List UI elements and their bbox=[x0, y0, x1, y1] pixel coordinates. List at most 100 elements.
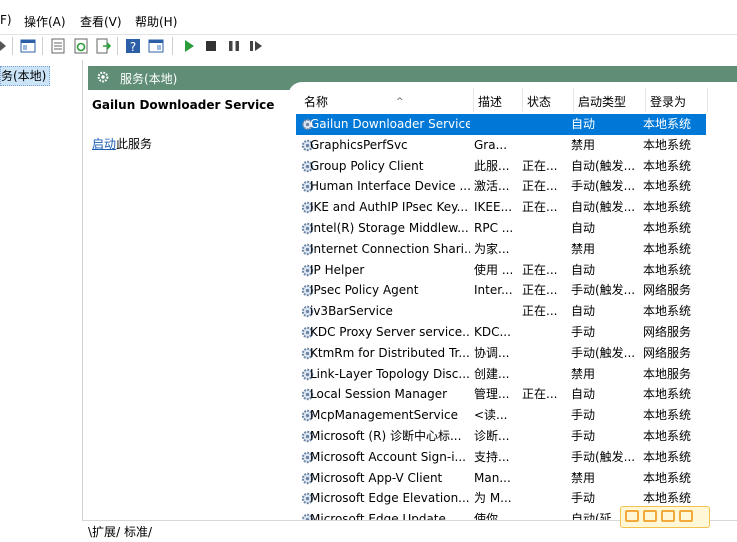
service-startup-cell: 手动(触发... bbox=[571, 449, 636, 464]
service-status-cell: 正在... bbox=[522, 387, 558, 402]
service-logon-cell: 本地系统 bbox=[643, 221, 692, 235]
console-tree-icon[interactable] bbox=[20, 38, 36, 54]
service-logon-cell: 网络服务 bbox=[643, 283, 692, 298]
forward-arrow-icon[interactable] bbox=[0, 38, 16, 54]
toolbar-separator bbox=[42, 37, 43, 55]
service-status-cell: 正在... bbox=[522, 158, 558, 173]
service-startup-cell: 手动 bbox=[571, 429, 596, 443]
service-row[interactable]: KDC Proxy Server service... KDC... 手动 网络服务 bbox=[296, 322, 706, 343]
tree-item-services-local[interactable]: 务(本地) bbox=[0, 66, 50, 86]
service-startup-cell: 手动(触发... bbox=[571, 283, 636, 298]
service-row[interactable]: IPsec Policy Agent Inter... 正在... 手动(触发... 网… bbox=[296, 280, 706, 301]
service-startup-cell: 自动(触发... bbox=[571, 158, 636, 173]
menu-file[interactable]: F) bbox=[0, 13, 12, 27]
start-service-link[interactable]: 启动 bbox=[92, 137, 116, 151]
service-status-cell: 正在... bbox=[522, 304, 558, 319]
service-desc-cell: <读... bbox=[474, 408, 508, 423]
service-logon-cell: 本地系统 bbox=[643, 241, 692, 256]
service-row[interactable]: Link-Layer Topology Disc... 创建... 禁用 本地服务 bbox=[296, 364, 706, 385]
service-logon-cell: 本地系统 bbox=[643, 470, 692, 485]
column-name-label: 名称 bbox=[304, 95, 329, 109]
service-startup-cell: 自动 bbox=[571, 304, 596, 319]
logo-glyph bbox=[643, 510, 657, 522]
service-startup-cell: 手动(触发... bbox=[571, 345, 636, 360]
service-logon-cell: 本地系统 bbox=[643, 158, 692, 173]
service-row[interactable]: KtmRm for Distributed Tr... 协调... 手动(触发...… bbox=[296, 343, 706, 364]
menu-help[interactable]: 帮助(H) bbox=[135, 13, 177, 30]
service-list-pane: 名称 ^ 描述 状态 启动类型 登录为 Gailun Downloader Se… bbox=[288, 82, 737, 520]
column-header-desc[interactable]: 描述 bbox=[474, 88, 523, 112]
pause-service-icon[interactable] bbox=[226, 38, 242, 54]
service-desc-cell: RPC ... bbox=[474, 221, 514, 235]
column-header-status[interactable]: 状态 bbox=[523, 88, 574, 112]
toolbar-separator bbox=[172, 37, 173, 55]
show-hide-action-pane-icon[interactable] bbox=[148, 38, 164, 54]
console-tree: 务(本地) bbox=[0, 60, 83, 541]
service-desc-cell: KDC... bbox=[474, 325, 511, 339]
service-row[interactable]: Human Interface Device ... 激活... 正在... 手动(触… bbox=[296, 176, 706, 197]
service-desc-cell: 管理... bbox=[474, 387, 510, 402]
header-title: 服务(本地) bbox=[120, 72, 178, 86]
resume-service-icon[interactable] bbox=[248, 38, 264, 54]
service-name-cell: Human Interface Device ... bbox=[310, 179, 470, 194]
service-desc-cell: 使你... bbox=[474, 512, 510, 520]
service-name-cell: KDC Proxy Server service... bbox=[310, 325, 470, 339]
logo-glyph bbox=[679, 510, 693, 522]
svg-text:?: ? bbox=[130, 40, 136, 54]
export-list-icon[interactable] bbox=[95, 38, 111, 54]
service-name-cell: Microsoft Edge Update ... bbox=[310, 512, 462, 520]
service-desc-cell: Inter... bbox=[474, 283, 513, 298]
service-startup-cell: 禁用 bbox=[571, 137, 596, 152]
service-row[interactable]: iv3BarService 正在... 自动 本地系统 bbox=[296, 301, 706, 322]
service-row[interactable]: IKE and AuthIP IPsec Key... IKEE... 正在... 自… bbox=[296, 197, 706, 218]
sort-ascending-icon: ^ bbox=[396, 97, 404, 107]
service-logon-cell: 本地系统 bbox=[643, 137, 692, 152]
service-row[interactable]: Intel(R) Storage Middlew... RPC ... 自动 本地系统 bbox=[296, 218, 706, 239]
service-row[interactable]: Microsoft App-V Client Man... 禁用 本地系统 bbox=[296, 468, 706, 489]
tab-extended-label: 扩展 bbox=[92, 525, 117, 539]
service-name-cell: IPsec Policy Agent bbox=[310, 283, 419, 298]
service-name-cell: Link-Layer Topology Disc... bbox=[310, 366, 470, 381]
tab-extended[interactable]: \扩展/ bbox=[88, 523, 120, 540]
service-row[interactable]: Microsoft (R) 诊断中心标... 诊断... 手动 本地系统 bbox=[296, 426, 706, 447]
service-row[interactable]: IP Helper 使用 ... 正在... 自动 本地系统 bbox=[296, 260, 706, 281]
refresh-icon[interactable] bbox=[73, 38, 89, 54]
service-status-cell: 正在... bbox=[522, 200, 558, 215]
column-header-name[interactable]: 名称 ^ bbox=[300, 88, 474, 112]
properties-icon[interactable] bbox=[50, 38, 66, 54]
service-name-cell: Microsoft Account Sign-i... bbox=[310, 449, 466, 464]
service-startup-cell: 禁用 bbox=[571, 366, 596, 381]
service-status-cell: 正在... bbox=[522, 283, 558, 298]
start-service-icon[interactable] bbox=[181, 38, 197, 54]
service-desc-cell: Gra... bbox=[474, 137, 508, 152]
service-startup-cell: 手动 bbox=[571, 408, 596, 423]
service-desc-cell: 为家... bbox=[474, 241, 510, 256]
service-row[interactable]: Group Policy Client 此服... 正在... 自动(触发... 本地系… bbox=[296, 156, 706, 177]
service-row[interactable]: Gailun Downloader Service 自动 本地系统 bbox=[296, 114, 706, 135]
service-name-cell: IKE and AuthIP IPsec Key... bbox=[310, 200, 469, 215]
service-row[interactable]: Internet Connection Shari... 为家... 禁用 本地系统 bbox=[296, 239, 706, 260]
service-name-cell: McpManagementService bbox=[310, 408, 458, 423]
column-header-startup[interactable]: 启动类型 bbox=[574, 88, 646, 112]
menu-view[interactable]: 查看(V) bbox=[80, 13, 122, 30]
service-name-cell: Microsoft App-V Client bbox=[310, 470, 443, 485]
service-desc-cell: 激活... bbox=[474, 179, 510, 194]
stop-service-icon[interactable] bbox=[203, 38, 219, 54]
service-logon-cell: 本地系统 bbox=[643, 408, 692, 423]
service-desc-cell: 为 M... bbox=[474, 491, 512, 506]
column-header-logon[interactable]: 登录为 bbox=[646, 88, 708, 112]
tab-standard[interactable]: 标准/ bbox=[124, 523, 152, 540]
service-name-cell: IP Helper bbox=[310, 262, 365, 277]
watermark-logo bbox=[620, 506, 710, 528]
service-desc-cell: IKEE... bbox=[474, 200, 513, 215]
service-logon-cell: 本地系统 bbox=[643, 449, 692, 464]
service-desc-cell: Man... bbox=[474, 470, 511, 485]
service-row[interactable]: McpManagementService <读... 手动 本地系统 bbox=[296, 405, 706, 426]
service-row[interactable]: Microsoft Account Sign-i... 支持... 手动(触发...… bbox=[296, 447, 706, 468]
service-startup-cell: 手动(触发... bbox=[571, 179, 636, 194]
help-icon[interactable]: ? bbox=[125, 38, 141, 54]
menu-action[interactable]: 操作(A) bbox=[24, 13, 66, 30]
service-desc-cell: 协调... bbox=[474, 345, 510, 360]
service-row[interactable]: GraphicsPerfSvc Gra... 禁用 本地系统 bbox=[296, 135, 706, 156]
service-row[interactable]: Local Session Manager 管理... 正在... 自动 本地系统 bbox=[296, 384, 706, 405]
